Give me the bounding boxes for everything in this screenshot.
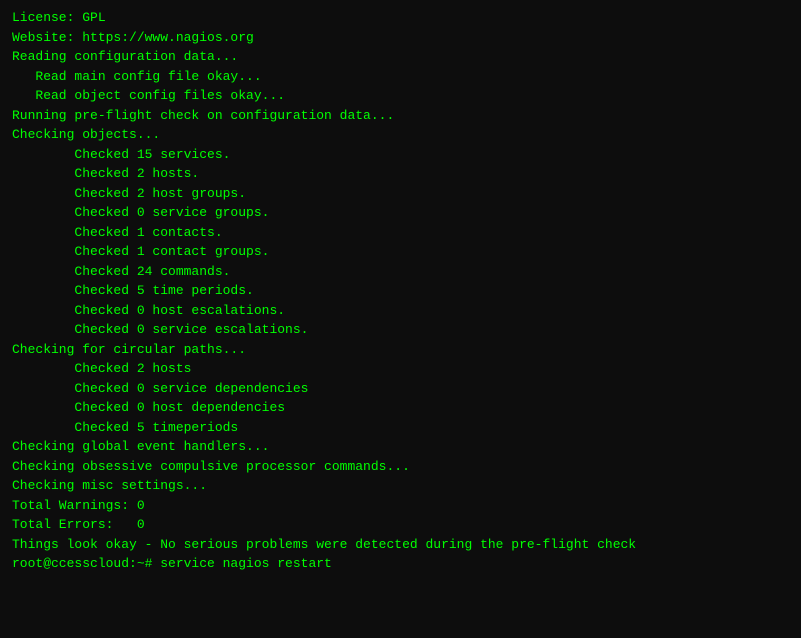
terminal-line-14: Checked 1 contacts. [12, 223, 789, 243]
terminal-line-11: Checked 2 hosts. [12, 164, 789, 184]
terminal-line-29: Total Warnings: 0 [12, 496, 789, 516]
terminal-line-4: Read main config file okay... [12, 67, 789, 87]
terminal-output: License: GPLWebsite: https://www.nagios.… [12, 8, 789, 574]
terminal-line-2: Website: https://www.nagios.org [12, 28, 789, 48]
terminal-line-30: Total Errors: 0 [12, 515, 789, 535]
terminal-line-22: Checked 0 service dependencies [12, 379, 789, 399]
terminal-line-33: root@ccesscloud:~# service nagios restar… [12, 554, 789, 574]
terminal-line-10: Checked 15 services. [12, 145, 789, 165]
terminal-line-32: Things look okay - No serious problems w… [12, 535, 789, 555]
terminal-line-25: Checking global event handlers... [12, 437, 789, 457]
terminal-line-9: Checking objects... [12, 125, 789, 145]
terminal-line-16: Checked 24 commands. [12, 262, 789, 282]
terminal-line-15: Checked 1 contact groups. [12, 242, 789, 262]
terminal-line-17: Checked 5 time periods. [12, 281, 789, 301]
terminal-line-21: Checked 2 hosts [12, 359, 789, 379]
terminal-line-24: Checked 5 timeperiods [12, 418, 789, 438]
terminal-line-18: Checked 0 host escalations. [12, 301, 789, 321]
terminal-window: License: GPLWebsite: https://www.nagios.… [0, 0, 801, 638]
terminal-line-5: Read object config files okay... [12, 86, 789, 106]
terminal-line-0: License: GPL [12, 8, 789, 28]
terminal-line-3: Reading configuration data... [12, 47, 789, 67]
terminal-line-13: Checked 0 service groups. [12, 203, 789, 223]
terminal-line-7: Running pre-flight check on configuratio… [12, 106, 789, 126]
terminal-line-20: Checking for circular paths... [12, 340, 789, 360]
terminal-line-23: Checked 0 host dependencies [12, 398, 789, 418]
terminal-line-19: Checked 0 service escalations. [12, 320, 789, 340]
terminal-line-26: Checking obsessive compulsive processor … [12, 457, 789, 477]
terminal-line-27: Checking misc settings... [12, 476, 789, 496]
terminal-line-12: Checked 2 host groups. [12, 184, 789, 204]
